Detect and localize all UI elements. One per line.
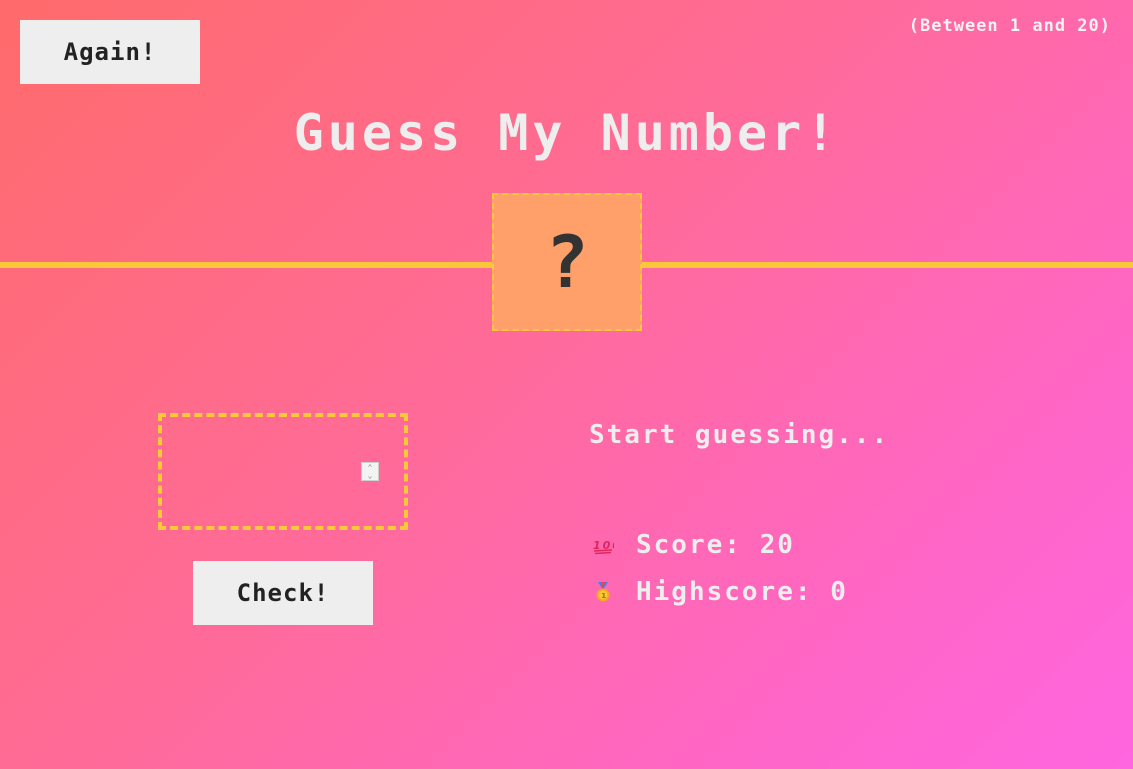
secret-number: ? — [545, 220, 589, 304]
score-label: Score: — [636, 530, 742, 560]
secret-number-box: ? — [492, 193, 642, 331]
highscore-value: 0 — [830, 577, 848, 607]
score-row: 100 Score: 20 — [592, 530, 795, 560]
score-value: 20 — [759, 530, 795, 560]
page-title: Guess My Number! — [293, 104, 840, 162]
range-hint: (Between 1 and 20) — [908, 16, 1111, 36]
highscore-label: Highscore: — [636, 577, 813, 607]
spinner-down-icon[interactable]: ⌄ — [368, 471, 373, 480]
svg-text:1: 1 — [601, 592, 608, 600]
check-button[interactable]: Check! — [193, 561, 373, 625]
hundred-points-icon: 100 — [593, 539, 614, 555]
number-spinner[interactable]: ⌃ ⌄ — [361, 462, 379, 481]
highscore-row: 1 Highscore: 0 — [592, 577, 848, 607]
again-button[interactable]: Again! — [20, 20, 200, 84]
medal-icon: 1 — [596, 582, 610, 602]
status-message: Start guessing... — [589, 420, 890, 450]
